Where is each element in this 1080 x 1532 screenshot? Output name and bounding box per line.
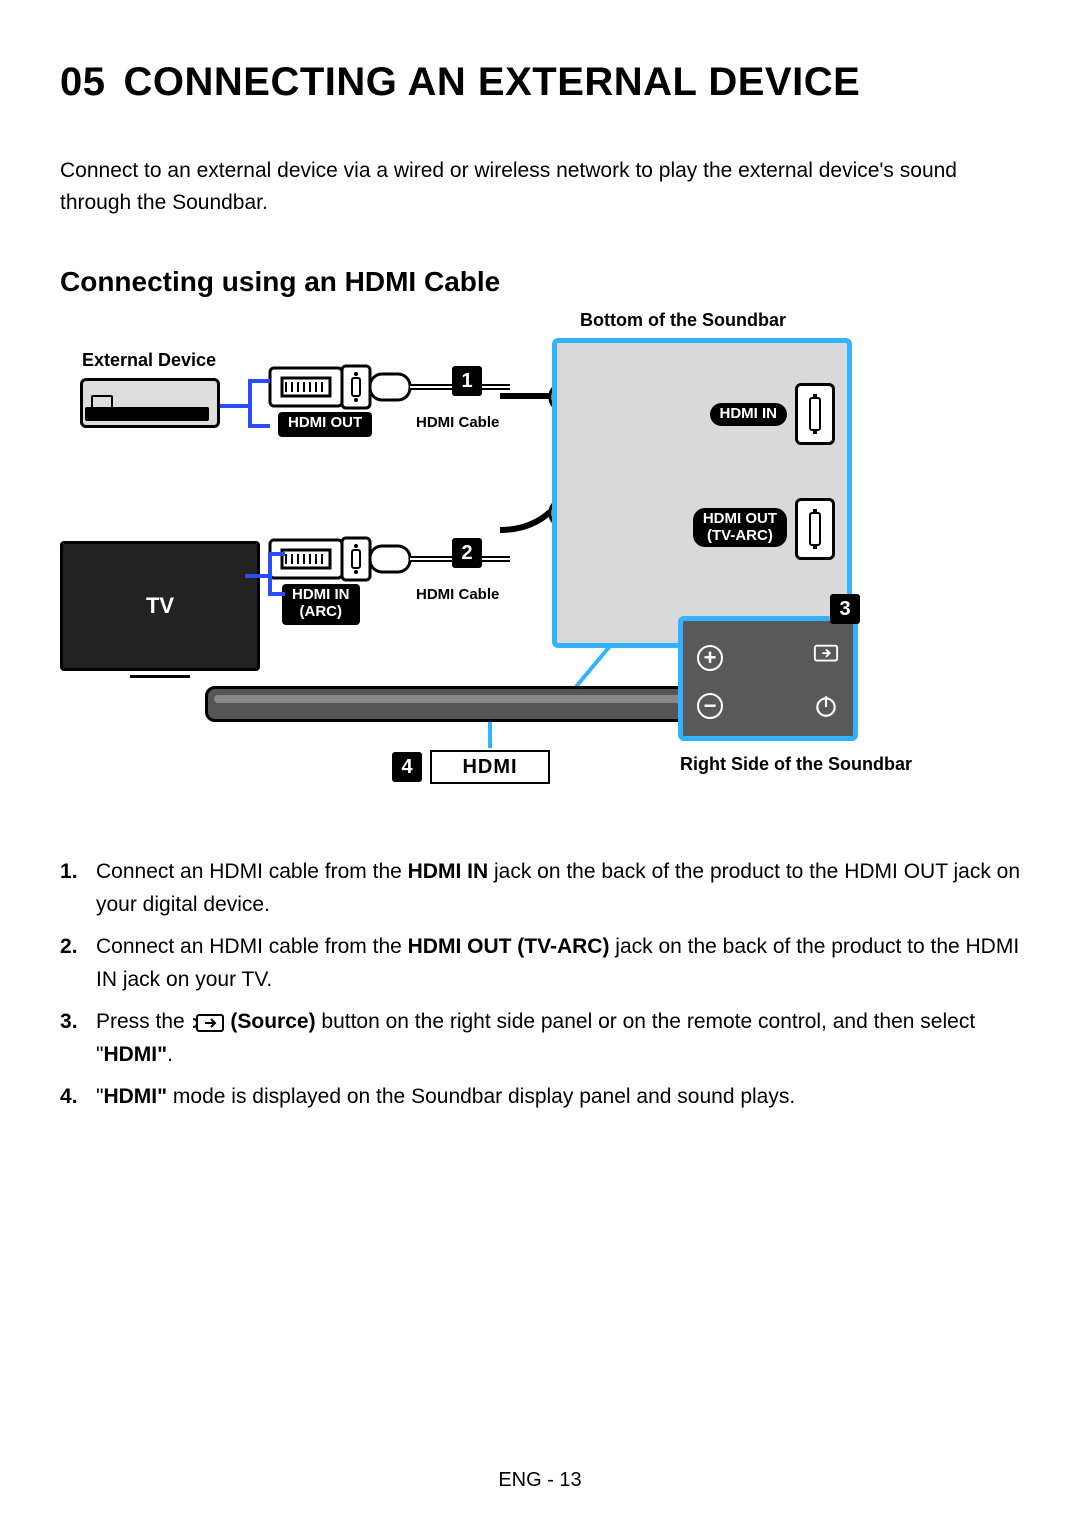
label-bottom-soundbar: Bottom of the Soundbar	[580, 310, 786, 331]
tv-stand-icon	[130, 666, 190, 678]
step-3-source-bold: (Source)	[225, 1010, 316, 1033]
tv-label: TV	[146, 593, 174, 619]
step-4: "HDMI" mode is displayed on the Soundbar…	[60, 1081, 1020, 1114]
step-1: Connect an HDMI cable from the HDMI IN j…	[60, 856, 1020, 921]
hdmi-out-port-icon	[795, 498, 835, 560]
step-3-text-e: .	[167, 1043, 173, 1066]
source-icon	[191, 1011, 225, 1031]
connection-diagram: Bottom of the Soundbar External Device T…	[60, 316, 1020, 816]
step-3-text-a: Press the	[96, 1010, 191, 1033]
soundbar-bottom-panel: HDMI IN HDMI OUT (TV-ARC)	[552, 338, 852, 648]
step-1-text-a: Connect an HDMI cable from the	[96, 860, 408, 883]
port-label-hdmi-out: HDMI OUT (TV-ARC)	[693, 508, 787, 547]
marker-4: 4	[392, 752, 422, 782]
chapter-title: 05 CONNECTING AN EXTERNAL DEVICE	[60, 60, 1020, 105]
page-footer: ENG - 13	[0, 1469, 1080, 1492]
marker-1: 1	[452, 366, 482, 396]
bracket-line-1	[210, 376, 290, 436]
source-button-icon	[813, 639, 839, 665]
step-2: Connect an HDMI cable from the HDMI OUT …	[60, 931, 1020, 996]
soundbar-side-panel: + −	[678, 616, 858, 741]
step-2-bold: HDMI OUT (TV-ARC)	[408, 935, 610, 958]
instruction-list: Connect an HDMI cable from the HDMI IN j…	[60, 856, 1020, 1114]
label-right-side-soundbar: Right Side of the Soundbar	[680, 754, 912, 775]
step-3-hdmi-bold: HDMI"	[103, 1043, 167, 1066]
hdmi-cable-2	[260, 532, 560, 592]
step-1-bold: HDMI IN	[408, 860, 489, 883]
hdmi-cable-label-1: HDMI Cable	[416, 414, 499, 431]
hdmi-out-label: HDMI OUT	[278, 412, 372, 437]
bracket-line-2	[240, 546, 300, 606]
hdmi-cable-label-2: HDMI Cable	[416, 586, 499, 603]
chapter-title-text: CONNECTING AN EXTERNAL DEVICE	[124, 60, 861, 104]
volume-up-icon: +	[697, 645, 723, 671]
hdmi-display-box: HDMI	[430, 750, 550, 784]
label-external-device: External Device	[82, 350, 216, 371]
step-3: Press the (Source) button on the right s…	[60, 1006, 1020, 1071]
tv-icon: TV	[60, 541, 260, 671]
step-4-text-c: mode is displayed on the Soundbar displa…	[167, 1085, 795, 1108]
step-2-text-a: Connect an HDMI cable from the	[96, 935, 408, 958]
port-label-hdmi-in: HDMI IN	[710, 403, 788, 426]
volume-down-icon: −	[697, 693, 723, 719]
marker-2: 2	[452, 538, 482, 568]
hdmi-in-port-icon	[795, 383, 835, 445]
section-title: Connecting using an HDMI Cable	[60, 266, 1020, 298]
chapter-number: 05	[60, 60, 106, 104]
external-device-icon	[80, 378, 220, 428]
marker-3: 3	[830, 594, 860, 624]
power-button-icon	[813, 693, 839, 719]
intro-paragraph: Connect to an external device via a wire…	[60, 155, 1020, 218]
step-4-bold: HDMI"	[103, 1085, 167, 1108]
